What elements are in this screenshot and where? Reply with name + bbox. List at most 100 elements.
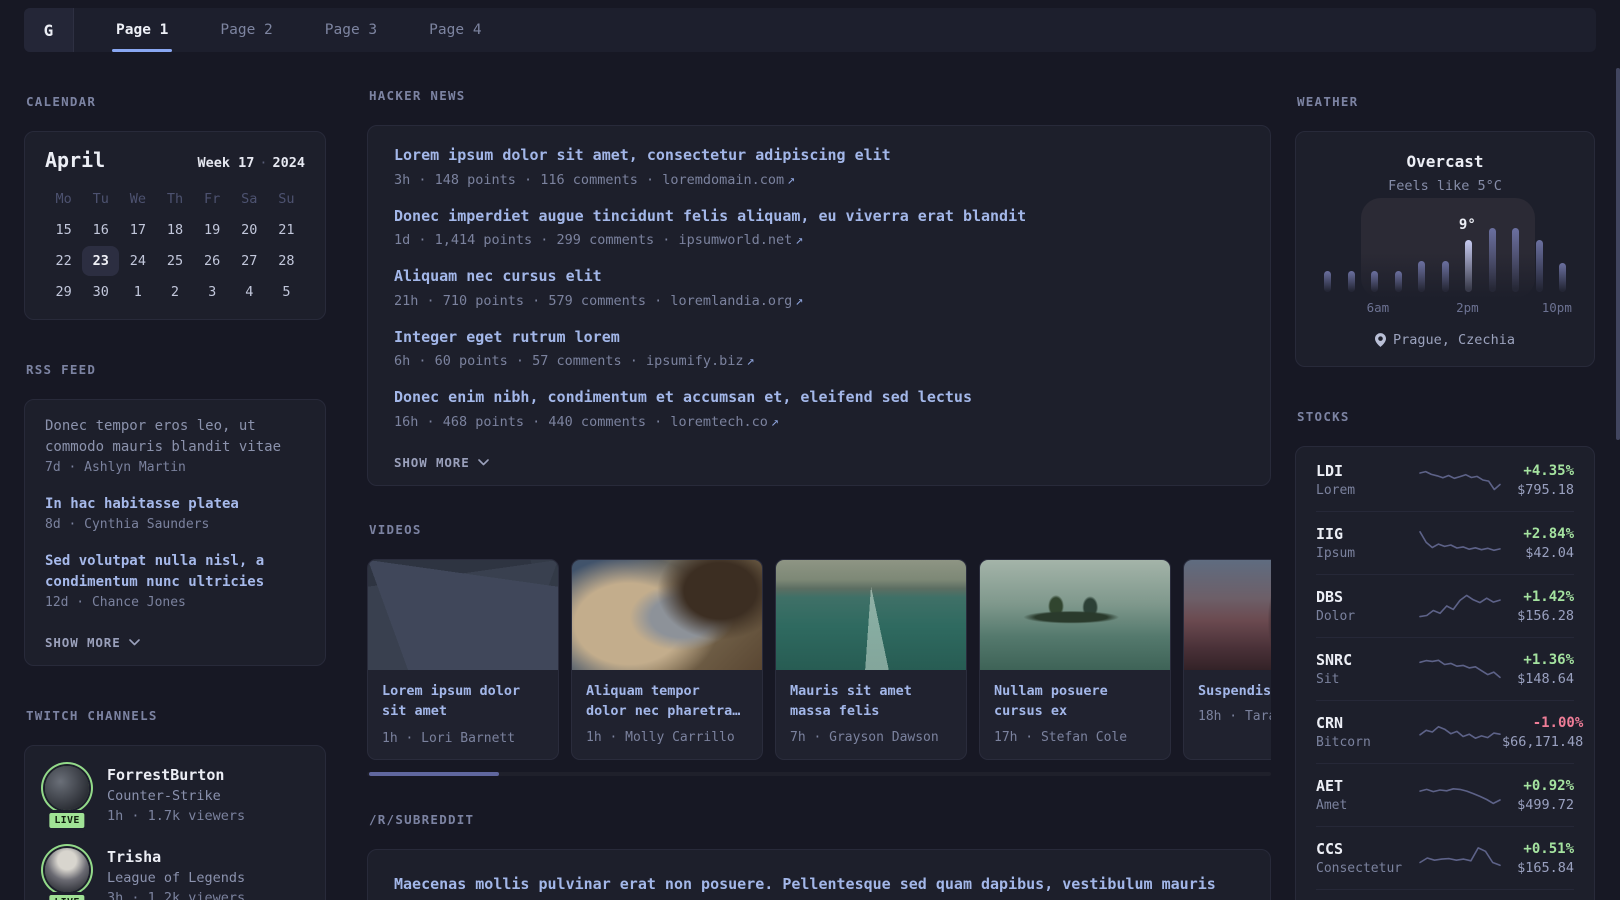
video-card[interactable]: Aliquam tempor dolor nec pharetra… 1h · … (571, 558, 763, 760)
stock-row[interactable]: CRN Bitcorn -1.00% $66,171.48 (1316, 700, 1583, 763)
calendar-day[interactable]: 25 (156, 246, 193, 276)
calendar-day[interactable]: 27 (231, 246, 268, 276)
tab-page-1[interactable]: Page 1 (90, 8, 194, 52)
calendar-day[interactable]: 16 (82, 215, 119, 245)
video-card-body: Lorem ipsum dolor sit amet consectetu… 1… (368, 670, 558, 759)
calendar-weekday: Th (166, 191, 184, 207)
stock-name: Dolor (1316, 609, 1356, 624)
hn-item-title[interactable]: Aliquam nec cursus elit (394, 267, 1244, 287)
stock-symbol: IIG (1316, 525, 1344, 543)
calendar-day[interactable]: 26 (194, 246, 231, 276)
stock-symbol: CRN (1316, 714, 1344, 732)
calendar-day[interactable]: 22 (45, 246, 82, 276)
rss-show-more-button[interactable]: SHOW MORE (45, 635, 140, 650)
calendar-day[interactable]: 15 (45, 215, 82, 245)
calendar-widget: April Week 17 · 2024 Mo Tu We Th Fr Sa Su … (24, 131, 326, 320)
calendar-day[interactable]: 21 (268, 215, 305, 245)
hn-item-title[interactable]: Donec imperdiet augue tincidunt felis al… (394, 207, 1244, 227)
subreddit-post-title[interactable]: Maecenas mollis pulvinar erat non posuer… (394, 872, 1244, 900)
subreddit-post: Maecenas mollis pulvinar erat non posuer… (394, 872, 1244, 900)
hn-item-meta: 6h · 60 points · 57 comments · ipsumify.… (394, 353, 755, 369)
stock-row[interactable]: AHS +0.46% (1316, 889, 1574, 900)
stock-id: LDI Lorem (1316, 462, 1412, 498)
calendar-day[interactable]: 23 (82, 246, 120, 276)
weather-chart-labels: 6am 2pm 10pm (1366, 300, 1572, 315)
page-scrollbar-thumb[interactable] (1616, 68, 1620, 440)
stock-sparkline (1419, 847, 1501, 867)
hn-item: Donec enim nibh, condimentum et accumsan… (394, 388, 1244, 430)
weather-widget: Overcast Feels like 5°C 9° 6am 2pm 10pm Pr… (1295, 131, 1595, 367)
stock-name: Consectetur (1316, 861, 1403, 876)
calendar-weekday: Tu (92, 191, 109, 207)
stock-price: $795.18 (1517, 481, 1574, 498)
stock-row[interactable]: IIG Ipsum +2.84% $42.04 (1316, 511, 1574, 574)
twitch-channel-row[interactable]: LIVE ForrestBurton Counter-Strike 1h · 1… (43, 764, 307, 832)
live-badge: LIVE (46, 810, 88, 832)
hn-item-title[interactable]: Integer eget rutrum lorem (394, 328, 1244, 348)
calendar-day[interactable]: 2 (156, 277, 193, 307)
calendar-day[interactable]: 30 (82, 277, 119, 307)
calendar-day[interactable]: 4 (231, 277, 268, 307)
carousel-scrollbar-track[interactable] (367, 771, 1271, 776)
subreddit-section-title: /R/SUBREDDIT (369, 811, 475, 827)
calendar-day[interactable]: 17 (119, 215, 156, 245)
video-meta: 1h · Molly Carrillo (586, 730, 735, 746)
stock-row[interactable]: SNRC Sit +1.36% $148.64 (1316, 637, 1574, 700)
twitch-section-title: TWITCH CHANNELS (26, 708, 158, 724)
calendar-header: April Week 17 · 2024 (45, 148, 305, 172)
carousel-scrollbar-thumb[interactable] (369, 771, 499, 776)
calendar-day[interactable]: 18 (156, 215, 193, 245)
twitch-channel-row[interactable]: LIVE Trisha League of Legends 3h · 1.2k … (43, 846, 307, 900)
rss-item-title[interactable]: Donec tempor eros leo, ut commodo mauris… (45, 416, 305, 458)
calendar-day[interactable]: 24 (119, 246, 156, 276)
stock-name: Amet (1316, 798, 1348, 813)
twitch-channel-name: Trisha (107, 848, 162, 867)
stock-row[interactable]: DBS Dolor +1.42% $156.28 (1316, 574, 1574, 637)
stock-sparkline (1419, 470, 1501, 491)
hn-item-title[interactable]: Donec enim nibh, condimentum et accumsan… (394, 388, 1244, 408)
twitch-channel-name: ForrestBurton (107, 766, 225, 785)
rss-item: Donec tempor eros leo, ut commodo mauris… (45, 416, 305, 478)
stock-change: +0.51% (1523, 840, 1574, 857)
video-card[interactable]: Suspendisse diam 18h · Tara (1183, 558, 1271, 760)
calendar-day[interactable]: 19 (194, 215, 231, 245)
videos-section-title: VIDEOS (369, 521, 422, 537)
stock-row[interactable]: CCS Consectetur +0.51% $165.84 (1316, 826, 1574, 889)
calendar-grid: Mo Tu We Th Fr Sa Su 15 16 17 18 19 20 2… (45, 184, 305, 307)
tab-page-3[interactable]: Page 3 (299, 8, 403, 52)
weather-current-temp: 9° (1458, 216, 1476, 233)
calendar-day[interactable]: 29 (45, 277, 82, 307)
video-card[interactable]: Mauris sit amet massa felis 7h · Grayson… (775, 558, 967, 760)
stock-row[interactable]: LDI Lorem +4.35% $795.18 (1316, 449, 1574, 511)
stock-price: $156.28 (1517, 607, 1574, 624)
calendar-day[interactable]: 5 (268, 277, 305, 307)
rss-item-title[interactable]: In hac habitasse platea (45, 494, 305, 515)
twitch-widget: LIVE ForrestBurton Counter-Strike 1h · 1… (24, 745, 326, 900)
video-card[interactable]: Nullam posuere cursus ex 17h · Stefan Co… (979, 558, 1171, 760)
tab-page-2[interactable]: Page 2 (194, 8, 298, 52)
twitch-avatar-wrap: LIVE (43, 764, 91, 832)
hn-item-meta: 1d · 1,414 points · 299 comments · ipsum… (394, 232, 804, 248)
hn-item-title[interactable]: Lorem ipsum dolor sit amet, consectetur … (394, 146, 1244, 166)
stock-name: Lorem (1316, 483, 1356, 498)
video-card[interactable]: Lorem ipsum dolor sit amet consectetu… 1… (367, 558, 559, 760)
video-thumbnail (1184, 559, 1271, 670)
stock-values: -1.00% $66,171.48 (1502, 715, 1583, 750)
hn-show-more-button[interactable]: SHOW MORE (394, 455, 489, 470)
video-thumbnail (776, 559, 966, 670)
calendar-weekday: Fr (204, 191, 221, 207)
calendar-day[interactable]: 28 (268, 246, 305, 276)
app-logo[interactable]: G (24, 8, 74, 52)
tab-page-4[interactable]: Page 4 (403, 8, 507, 52)
chevron-down-icon (128, 639, 140, 646)
calendar-weekday: Sa (241, 191, 258, 207)
stock-row[interactable]: AET Amet +0.92% $499.72 (1316, 763, 1574, 826)
stock-price: $148.64 (1517, 670, 1574, 687)
rss-item-title[interactable]: Sed volutpat nulla nisl, a condimentum n… (45, 551, 305, 593)
stock-symbol: SNRC (1316, 651, 1353, 669)
stock-change: +1.42% (1523, 588, 1574, 605)
avatar (45, 766, 89, 811)
calendar-day[interactable]: 3 (194, 277, 231, 307)
calendar-day[interactable]: 1 (119, 277, 156, 307)
calendar-day[interactable]: 20 (231, 215, 268, 245)
